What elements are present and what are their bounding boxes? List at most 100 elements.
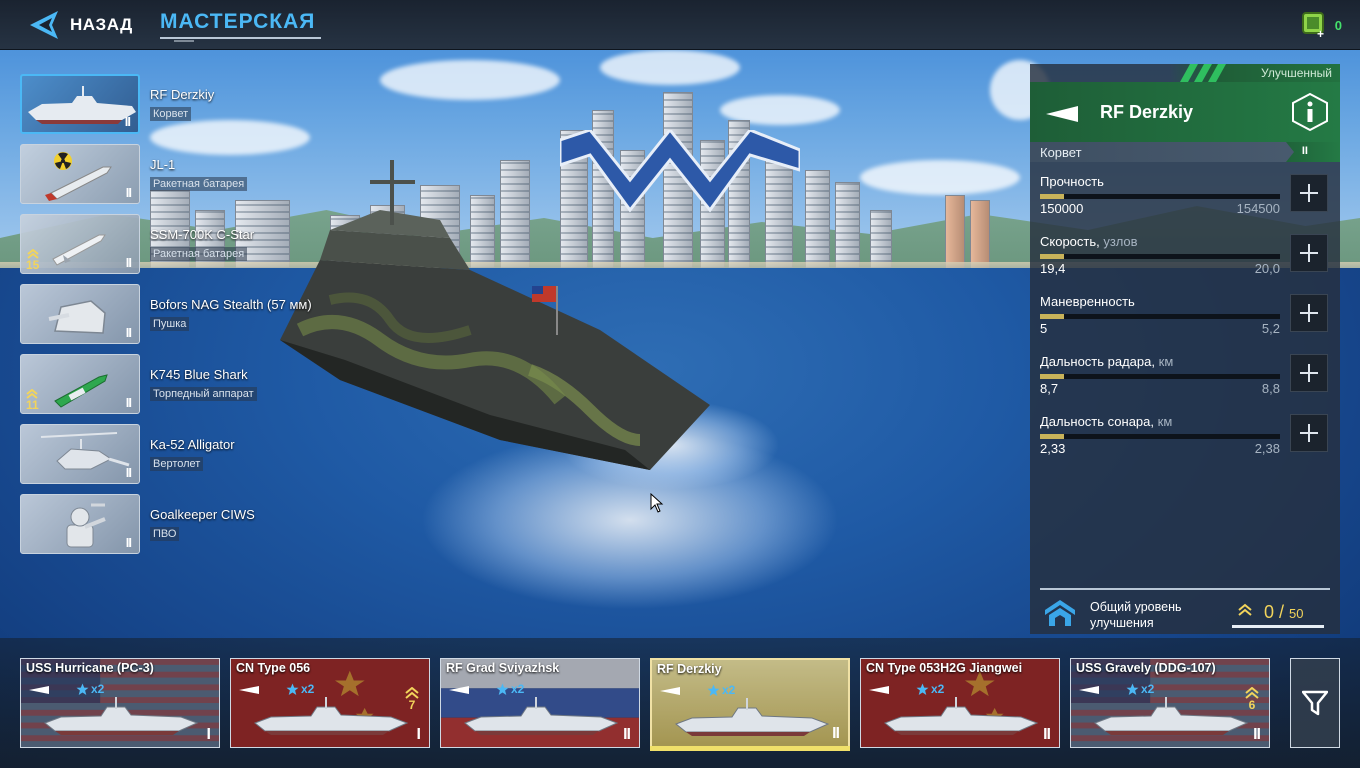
ship-icon xyxy=(44,697,199,735)
equipment-thumb[interactable]: II xyxy=(20,424,140,484)
rank-chevron-icon xyxy=(1238,603,1252,616)
equipment-item-ka52[interactable]: II Ka-52 Alligator Вертолет xyxy=(20,424,340,484)
ship-tier-badge: II xyxy=(1286,142,1340,162)
nuclear-missile-icon xyxy=(45,152,112,201)
panel-divider xyxy=(1040,588,1330,590)
stat-bar-fill xyxy=(1040,194,1064,199)
ship-card-stars: x2 xyxy=(707,683,735,697)
stat-name: Дальность сонара, км xyxy=(1040,414,1173,429)
ship-card[interactable]: USS Hurricane (PC-3) x2 I xyxy=(20,658,220,748)
equipment-item-k745[interactable]: 11 II K745 Blue Shark Торпедный аппарат xyxy=(20,354,340,414)
equipment-item-bofors[interactable]: II Bofors NAG Stealth (57 мм) Пушка xyxy=(20,284,340,344)
equipment-thumb[interactable]: II xyxy=(20,494,140,554)
ship-card-level: 6 xyxy=(1245,686,1259,711)
stat-current: 150000 xyxy=(1040,201,1084,216)
equipment-item-goalkeeper[interactable]: II Goalkeeper CIWS ПВО xyxy=(20,494,340,554)
corvette-icon xyxy=(28,86,136,124)
ship-card-tier: II xyxy=(623,726,631,743)
star-icon xyxy=(916,683,929,695)
filter-icon xyxy=(1302,690,1328,716)
corvette-class-icon xyxy=(1046,106,1078,122)
ship-card-name: CN Type 056 xyxy=(236,661,311,675)
equipment-name: Bofors NAG Stealth (57 мм) xyxy=(150,297,312,312)
ship-class: Корвет xyxy=(1040,145,1082,160)
equipment-item-ssm700k[interactable]: 15 II SSM-700K C-Star Ракетная батарея xyxy=(20,214,340,274)
ship-card-stars: x2 xyxy=(1126,682,1154,696)
ship-card[interactable]: RF Grad Sviyazhsk x2 II xyxy=(440,658,640,748)
stat-current: 2,33 xyxy=(1040,441,1066,456)
stat-bar-fill xyxy=(1040,434,1064,439)
upgrade-radar-button[interactable] xyxy=(1290,354,1328,392)
plus-icon xyxy=(1300,244,1318,262)
filter-button[interactable] xyxy=(1290,658,1340,748)
equipment-thumb[interactable]: II xyxy=(20,144,140,204)
ship-card-stars: x2 xyxy=(76,682,104,696)
equipment-level-value: 11 xyxy=(26,398,39,412)
back-label: НАЗАД xyxy=(70,15,133,34)
ship-card[interactable]: USS Gravely (DDG-107) x2 6 II xyxy=(1070,658,1270,748)
tab-sub-indicator xyxy=(174,40,194,42)
ship-card[interactable]: CN Type 056 x2 7 I xyxy=(230,658,430,748)
upgrade-sonar-button[interactable] xyxy=(1290,414,1328,452)
ship-class-icon xyxy=(1079,686,1099,694)
stat-bar xyxy=(1040,194,1280,199)
star-icon xyxy=(286,683,299,695)
stat-max: 154500 xyxy=(1236,201,1280,216)
tab-workshop[interactable]: МАСТЕРСКАЯ xyxy=(160,10,315,34)
stat-bar-fill xyxy=(1040,254,1064,259)
equipment-name: K745 Blue Shark xyxy=(150,367,248,382)
ship-card-name: RF Derzkiy xyxy=(657,662,722,676)
equipment-name: Ka-52 Alligator xyxy=(150,437,235,452)
ship-class-icon xyxy=(449,686,469,694)
equipment-tier: II xyxy=(124,114,131,129)
ciws-icon xyxy=(66,503,106,548)
upgrade-speed-button[interactable] xyxy=(1290,234,1328,272)
upgraded-tag: Улучшенный xyxy=(1170,64,1340,82)
equipment-type: Ракетная батарея xyxy=(150,177,248,191)
upgrade-level-label: Общий уровень улучшения xyxy=(1090,600,1182,630)
star-icon xyxy=(496,683,509,695)
ship-card[interactable]: RF Derzkiy x2 II xyxy=(650,658,850,748)
mouse-cursor-icon xyxy=(650,493,664,513)
equipment-thumb[interactable]: II xyxy=(20,74,140,134)
back-button[interactable]: НАЗАД xyxy=(28,10,133,40)
info-button[interactable] xyxy=(1290,92,1330,132)
stat-max: 2,38 xyxy=(1254,441,1280,456)
ship-card[interactable]: CN Type 053H2G Jiangwei x2 II xyxy=(860,658,1060,748)
upgraded-tag-label: Улучшенный xyxy=(1261,66,1332,80)
ship-class-row: Корвет II xyxy=(1030,142,1340,162)
stat-bar xyxy=(1040,314,1280,319)
equipment-tier: II xyxy=(125,535,132,550)
currency-counter[interactable]: + 0 xyxy=(1301,11,1342,39)
equipment-tier: II xyxy=(125,465,132,480)
stripes-decoration xyxy=(1180,64,1226,82)
equipment-tier: II xyxy=(125,395,132,410)
equipment-thumb[interactable]: II xyxy=(20,284,140,344)
equipment-thumb[interactable]: 11 II xyxy=(20,354,140,414)
upgrade-durability-button[interactable] xyxy=(1290,174,1328,212)
stat-sonar-range: Дальность сонара, км 2,33 2,38 xyxy=(1040,414,1330,470)
equipment-tier: II xyxy=(125,325,132,340)
equipment-level-value: 15 xyxy=(26,258,40,272)
upgrade-kit-icon: + xyxy=(1301,12,1324,39)
upgrade-maneuverability-button[interactable] xyxy=(1290,294,1328,332)
equipment-thumb[interactable]: 15 II xyxy=(20,214,140,274)
ship-card-stars: x2 xyxy=(496,682,524,696)
ship-icon xyxy=(254,697,409,735)
helicopter-icon xyxy=(40,432,130,470)
ship-class-icon xyxy=(29,686,49,694)
top-bar: НАЗАД МАСТЕРСКАЯ + 0 xyxy=(0,0,1360,50)
equipment-type: Пушка xyxy=(150,317,190,331)
ship-card-tier: II xyxy=(1253,726,1261,743)
ship-icon xyxy=(1094,697,1249,735)
equipment-type: Ракетная батарея xyxy=(150,247,248,261)
ship-card-stars: x2 xyxy=(916,682,944,696)
equipment-item-ship[interactable]: II RF Derzkiy Корвет xyxy=(20,74,340,134)
stat-name: Дальность радара, км xyxy=(1040,354,1174,369)
currency-value: 0 xyxy=(1334,17,1342,33)
stat-current: 19,4 xyxy=(1040,261,1066,276)
cloud xyxy=(600,50,740,85)
equipment-item-jl1[interactable]: II JL-1 Ракетная батарея xyxy=(20,144,340,204)
equipment-tier: II xyxy=(125,185,132,200)
equipment-level: 15 xyxy=(26,248,40,272)
